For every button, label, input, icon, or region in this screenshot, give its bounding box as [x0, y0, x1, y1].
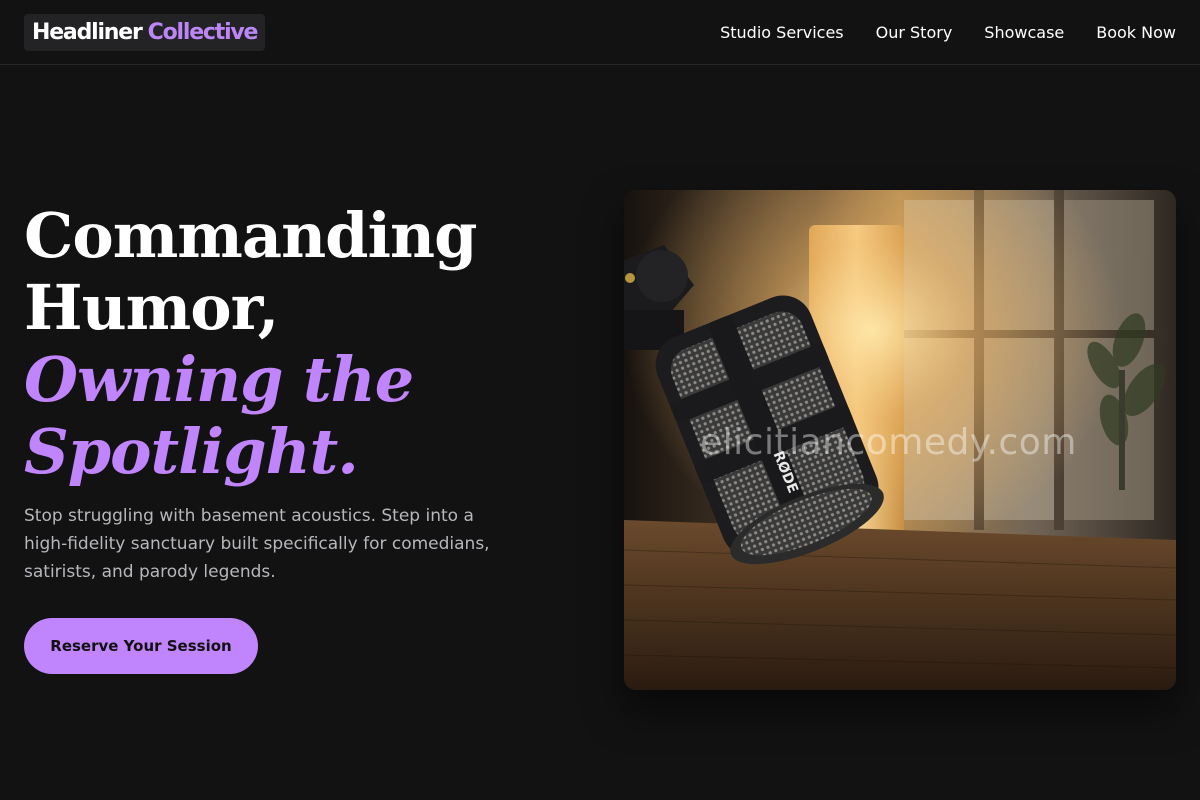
hero-subtext: Stop struggling with basement acoustics.… [24, 506, 490, 582]
nav-link-studio-services[interactable]: Studio Services [720, 23, 844, 42]
headline-line-2: Humor, [24, 271, 279, 344]
hero-section: Commanding Humor, Owning the Spotlight. … [24, 200, 544, 674]
brand-word-2: Collective [147, 19, 259, 45]
top-nav: Headliner Collective Studio Services Our… [0, 0, 1200, 65]
nav-links: Studio Services Our Story Showcase Book … [720, 23, 1176, 42]
hero-headline: Commanding Humor, Owning the Spotlight. [24, 200, 544, 488]
headline-line-1: Commanding [24, 199, 478, 272]
brand-logo[interactable]: Headliner Collective [24, 13, 266, 51]
reserve-session-button[interactable]: Reserve Your Session [24, 618, 258, 674]
nav-link-showcase[interactable]: Showcase [984, 23, 1064, 42]
nav-link-our-story[interactable]: Our Story [876, 23, 953, 42]
headline-accent-line-2: Spotlight. [24, 415, 359, 488]
brand-word-1: Headliner [32, 19, 143, 45]
watermark-text: elicitiancomedy.com [700, 422, 1077, 463]
headline-accent-line-1: Owning the [24, 343, 414, 416]
nav-link-book-now[interactable]: Book Now [1096, 23, 1176, 42]
